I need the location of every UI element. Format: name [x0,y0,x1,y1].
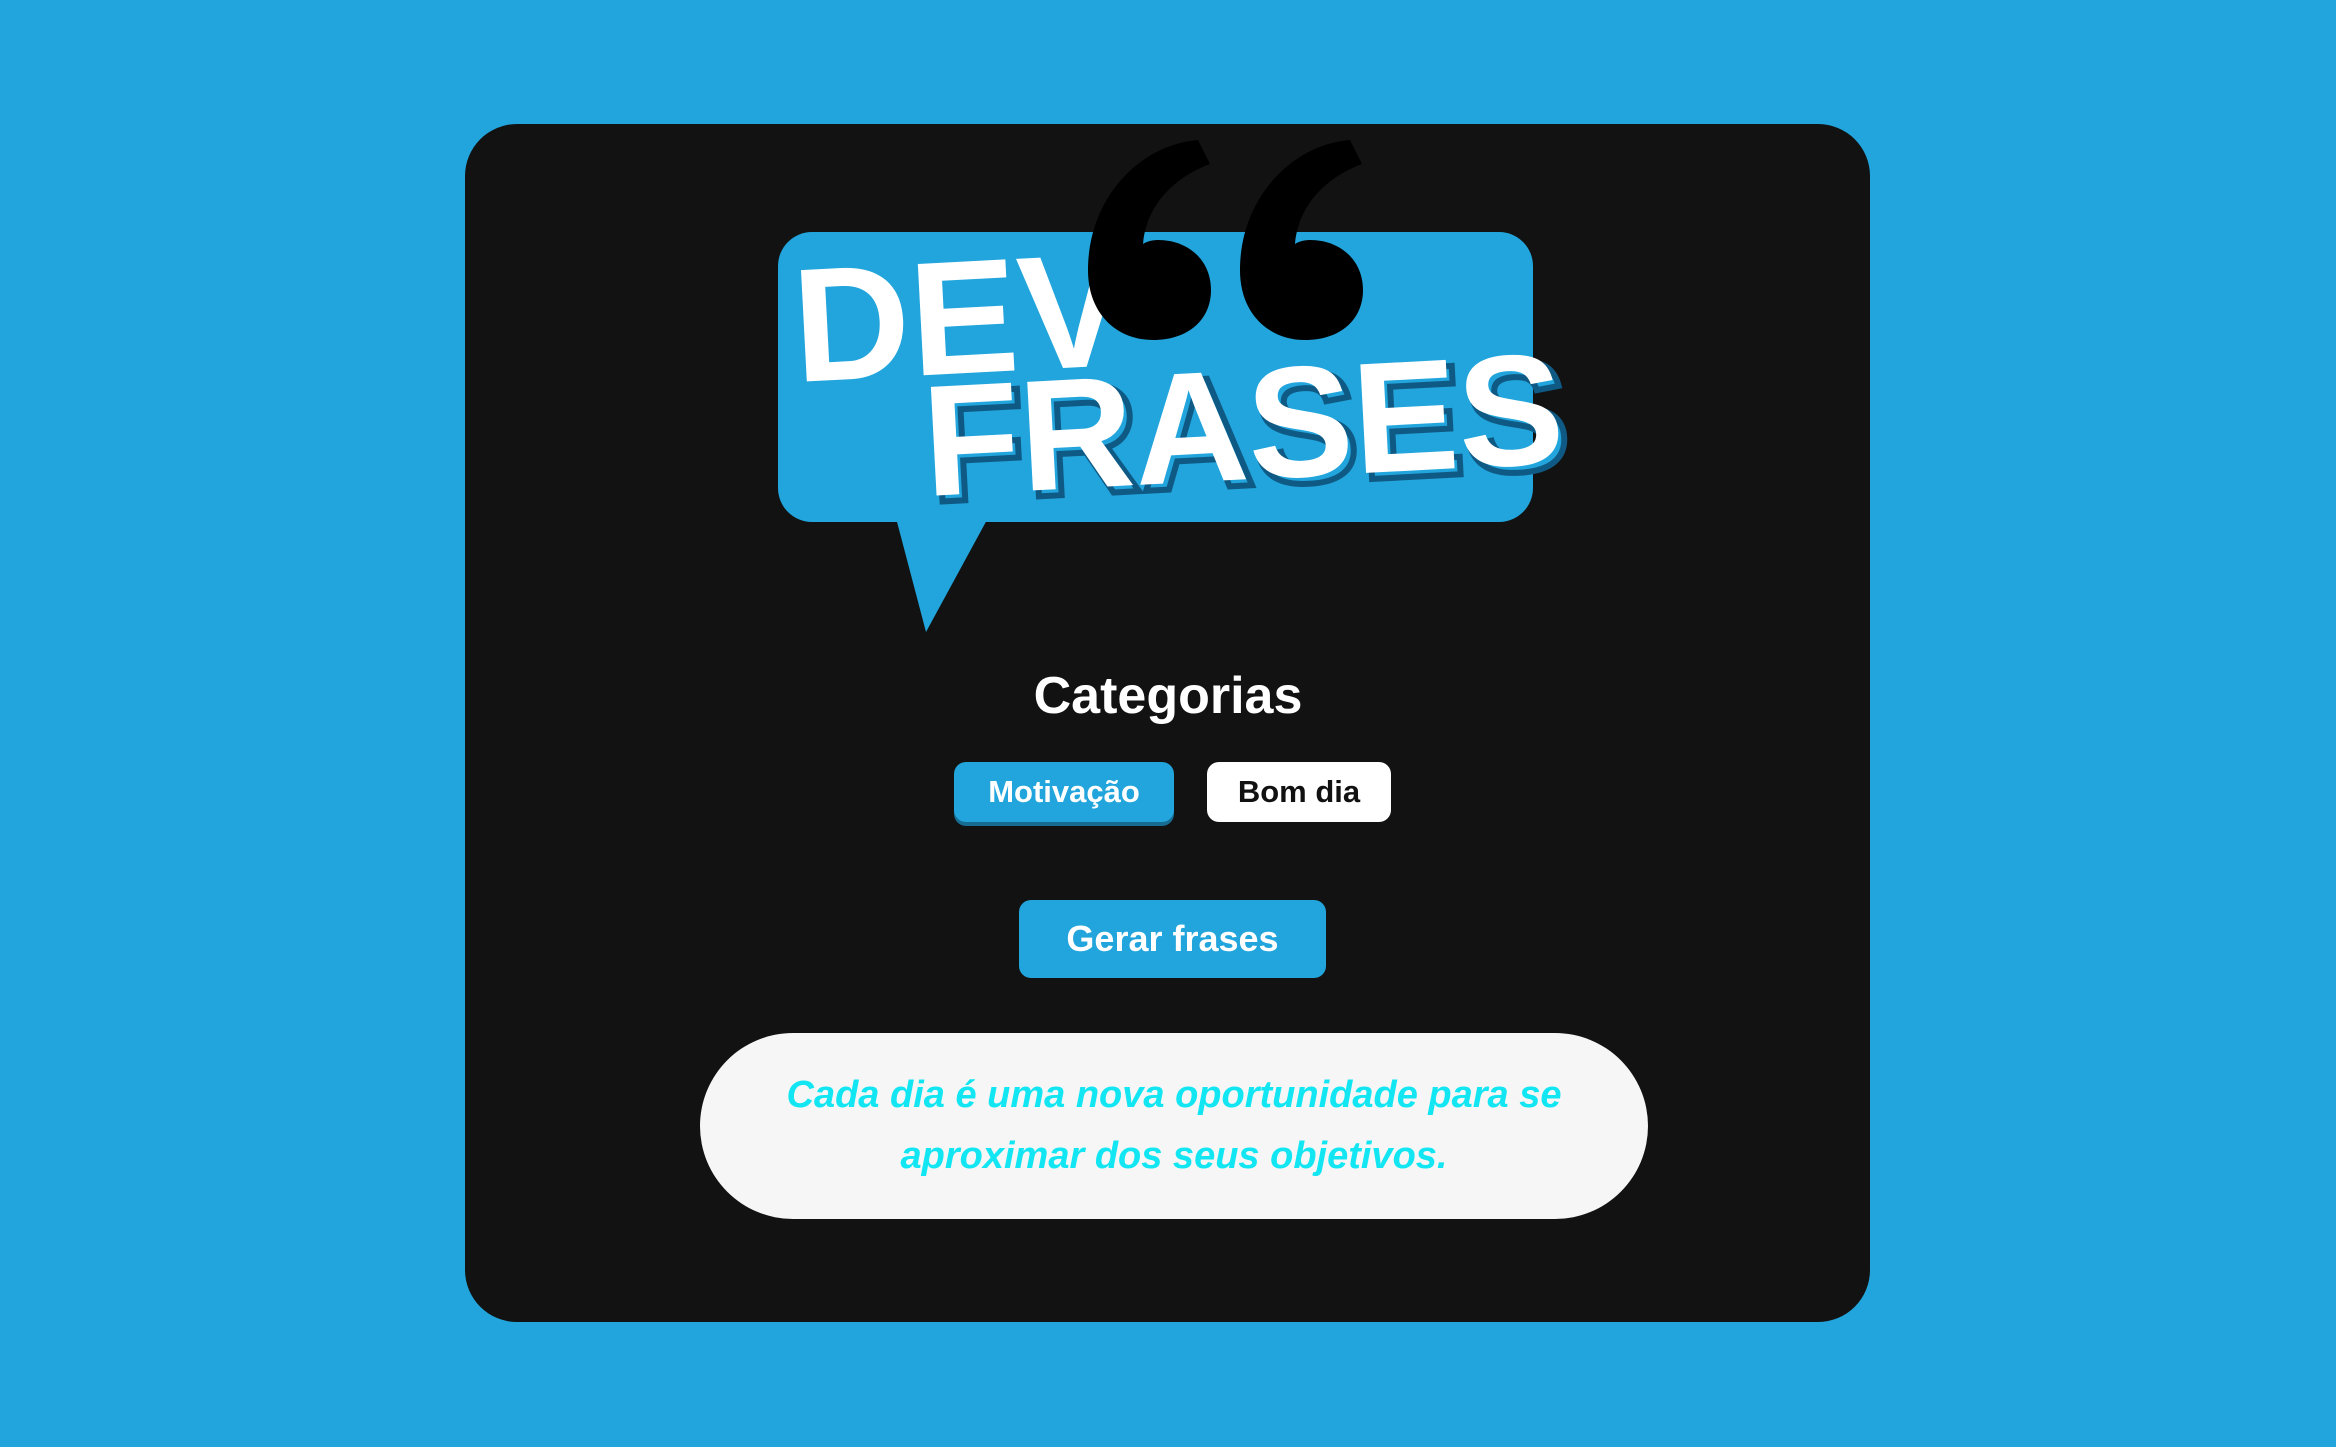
quote-text: Cada dia é uma nova oportunidade para se… [786,1074,1562,1177]
quote-box: Cada dia é uma nova oportunidade para se… [700,1033,1648,1219]
logo-graphic: DEV FRASES FRASES [778,140,1577,632]
category-motivacao-button[interactable]: Motivação [954,762,1174,822]
category-bom-dia-button[interactable]: Bom dia [1207,762,1391,822]
generate-phrases-button[interactable]: Gerar frases [1019,900,1326,978]
categories-heading: Categorias [1033,667,1303,725]
logo-text-frases: FRASES [919,321,1568,530]
dev-frases-logo: DEV FRASES FRASES [748,140,1578,640]
